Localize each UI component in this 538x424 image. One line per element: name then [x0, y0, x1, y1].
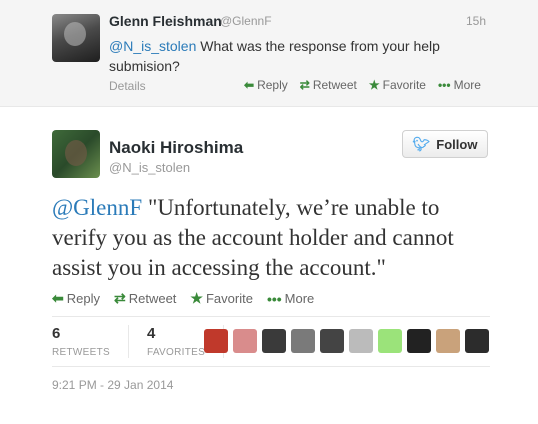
favorite-button[interactable]: ★ Favorite	[369, 78, 426, 92]
more-label: More	[453, 78, 481, 92]
avatar[interactable]	[52, 130, 100, 178]
user-avatar[interactable]	[349, 329, 373, 353]
author-name[interactable]: Naoki Hiroshima	[109, 138, 243, 158]
retweet-button[interactable]: ⇄ Retweet	[300, 78, 357, 92]
user-avatar[interactable]	[320, 329, 344, 353]
retweet-label: Retweet	[128, 291, 177, 306]
user-avatar[interactable]	[291, 329, 315, 353]
more-label: More	[284, 291, 315, 306]
author-handle[interactable]: @N_is_stolen	[109, 160, 190, 175]
reply-button[interactable]: ⬅ Reply	[244, 78, 288, 92]
user-avatar[interactable]	[262, 329, 286, 353]
reply-label: Reply	[66, 291, 100, 306]
reply-label: Reply	[257, 78, 288, 92]
retweet-icon: ⇄	[299, 78, 310, 92]
tweet-actions: ⬅ Reply ⇄ Retweet ★ Favorite ••• More	[244, 78, 481, 92]
favorite-label: Favorite	[205, 291, 253, 306]
tweet-text: @N_is_stolen What was the response from …	[109, 36, 489, 76]
details-link[interactable]: Details	[109, 79, 146, 93]
twitter-bird-icon: 🐦︎	[412, 135, 431, 152]
retweet-label: Retweet	[312, 78, 357, 92]
favorite-button[interactable]: ★ Favorite	[190, 290, 253, 307]
reply-button[interactable]: ⬅ Reply	[52, 290, 100, 307]
mention-link[interactable]: @GlennF	[52, 195, 142, 220]
more-button[interactable]: ••• More	[438, 78, 481, 92]
user-avatar[interactable]	[465, 329, 489, 353]
user-avatars	[204, 329, 489, 353]
divider	[52, 316, 490, 317]
reply-arrow-icon: ⬅	[52, 290, 64, 306]
more-dots-icon: •••	[266, 290, 282, 307]
tweet-text: @GlennF "Unfortunately, we’re unable to …	[52, 193, 492, 283]
reply-arrow-icon: ⬅	[244, 78, 255, 92]
user-avatar[interactable]	[378, 329, 402, 353]
follow-button[interactable]: 🐦︎ Follow	[402, 130, 488, 158]
user-avatar[interactable]	[204, 329, 228, 353]
follow-label: Follow	[436, 136, 478, 152]
retweet-icon: ⇄	[113, 290, 126, 306]
retweets-label: RETWEETS	[52, 347, 110, 358]
favorites-count: 4	[146, 325, 156, 342]
avatar[interactable]	[52, 14, 100, 62]
more-button[interactable]: ••• More	[267, 290, 314, 307]
user-avatar[interactable]	[407, 329, 431, 353]
user-avatar[interactable]	[233, 329, 257, 353]
retweet-button[interactable]: ⇄ Retweet	[114, 290, 176, 307]
retweets-stat[interactable]: 6 RETWEETS	[52, 325, 129, 358]
divider	[52, 366, 490, 367]
user-avatar[interactable]	[436, 329, 460, 353]
context-tweet[interactable]: Glenn Fleishman @GlennF 15h @N_is_stolen…	[0, 0, 538, 107]
mention-link[interactable]: @N_is_stolen	[109, 38, 196, 54]
author-handle[interactable]: @GlennF	[220, 14, 272, 28]
tweet-actions: ⬅ Reply ⇄ Retweet ★ Favorite ••• More	[52, 290, 314, 307]
star-icon: ★	[190, 290, 203, 306]
tweet-datetime[interactable]: 9:21 PM - 29 Jan 2014	[52, 378, 173, 392]
retweets-count: 6	[52, 325, 61, 342]
author-name[interactable]: Glenn Fleishman	[109, 13, 222, 29]
timestamp[interactable]: 15h	[466, 14, 486, 28]
star-icon: ★	[368, 78, 380, 92]
more-dots-icon: •••	[437, 78, 451, 92]
favorites-label: FAVORITES	[146, 347, 206, 358]
favorite-label: Favorite	[382, 78, 426, 92]
